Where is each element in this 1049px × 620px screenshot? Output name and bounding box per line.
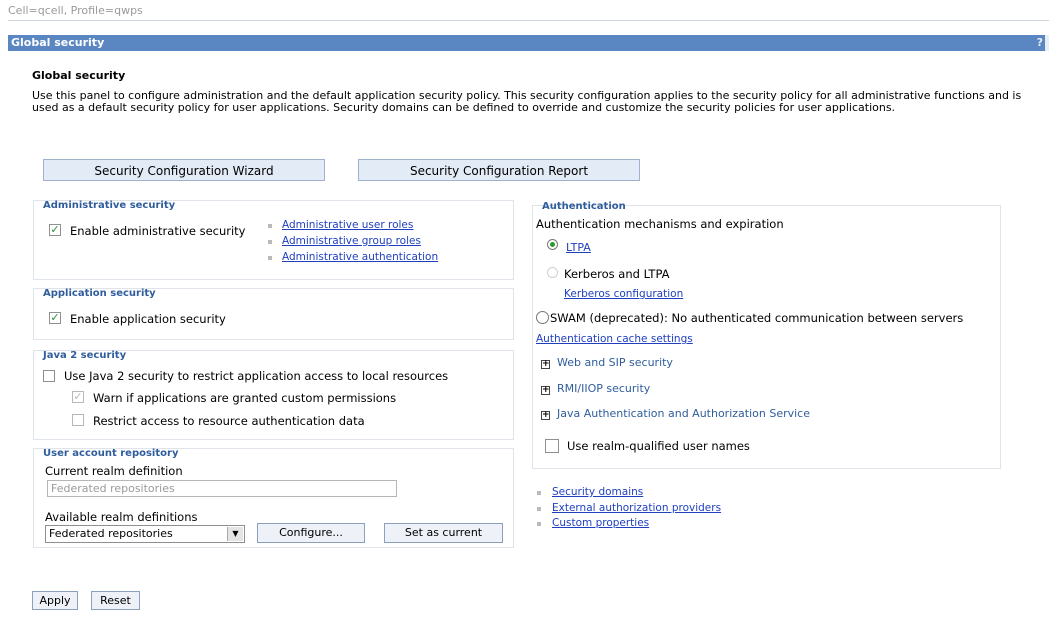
minimize-icon[interactable]: [1045, 35, 1049, 51]
portlet-title: Global security: [11, 36, 105, 49]
page-description: Use this panel to configure administrati…: [32, 89, 1022, 114]
ltpa-radio[interactable]: [547, 239, 558, 250]
administrative-user-roles-link[interactable]: Administrative user roles: [282, 219, 413, 231]
restrict-resource-auth-label: Restrict access to resource authenticati…: [93, 414, 365, 428]
swam-label: SWAM (deprecated): No authenticated comm…: [550, 311, 964, 325]
auth-mechanisms-label: Authentication mechanisms and expiration: [536, 217, 784, 231]
authentication-cache-settings-link[interactable]: Authentication cache settings: [536, 333, 693, 345]
realm-qualified-label: Use realm-qualified user names: [567, 439, 750, 453]
current-realm-field: Federated repositories: [47, 480, 397, 497]
bullet-icon: [537, 491, 541, 495]
warn-custom-permissions-checkbox[interactable]: ✓: [72, 391, 84, 403]
portlet-titlebar: Global security ?: [8, 35, 1049, 51]
breadcrumb: Cell=qcell, Profile=qwps: [8, 4, 143, 17]
administrative-security-title: Administrative security: [43, 200, 176, 211]
kerberos-ltpa-label: Kerberos and LTPA: [564, 267, 670, 281]
reset-button[interactable]: Reset: [91, 591, 140, 610]
bullet-icon: [537, 507, 541, 511]
expand-plus-icon[interactable]: +: [541, 411, 550, 420]
help-icon[interactable]: ?: [1037, 36, 1043, 49]
external-authorization-providers-link[interactable]: External authorization providers: [552, 502, 721, 514]
realm-qualified-checkbox[interactable]: [545, 439, 559, 453]
administrative-security-section: [33, 200, 514, 280]
configure-button[interactable]: Configure...: [257, 523, 365, 543]
current-realm-label: Current realm definition: [45, 464, 183, 478]
enable-application-security-label: Enable application security: [70, 312, 226, 326]
enable-administrative-security-checkbox[interactable]: ✓: [49, 224, 61, 236]
application-security-title: Application security: [43, 288, 156, 299]
user-account-repository-title: User account repository: [43, 448, 179, 459]
rmi-iiop-security-expander[interactable]: RMI/IIOP security: [557, 382, 650, 395]
enable-application-security-checkbox[interactable]: ✓: [49, 312, 61, 324]
custom-properties-link[interactable]: Custom properties: [552, 517, 649, 529]
enable-administrative-security-label: Enable administrative security: [70, 224, 246, 238]
security-configuration-wizard-button[interactable]: Security Configuration Wizard: [43, 159, 325, 181]
bullet-icon: [537, 522, 541, 526]
web-sip-security-expander[interactable]: Web and SIP security: [557, 356, 673, 369]
apply-button[interactable]: Apply: [32, 591, 78, 610]
kerberos-configuration-link[interactable]: Kerberos configuration: [564, 288, 683, 300]
bullet-icon: [268, 224, 272, 228]
available-realm-value: Federated repositories: [49, 527, 173, 540]
swam-radio[interactable]: [536, 311, 549, 324]
administrative-authentication-link[interactable]: Administrative authentication: [282, 251, 438, 263]
warn-custom-permissions-label: Warn if applications are granted custom …: [93, 391, 397, 405]
security-domains-link[interactable]: Security domains: [552, 486, 643, 498]
restrict-resource-auth-checkbox[interactable]: [72, 414, 84, 426]
administrative-group-roles-link[interactable]: Administrative group roles: [282, 235, 421, 247]
use-java2-security-checkbox[interactable]: [43, 370, 55, 382]
java2-security-title: Java 2 security: [43, 350, 127, 361]
authentication-title: Authentication: [542, 201, 626, 212]
bullet-icon: [268, 256, 272, 260]
bullet-icon: [268, 240, 272, 244]
chevron-down-icon[interactable]: ▼: [227, 527, 243, 541]
breadcrumb-divider: [8, 20, 1049, 21]
expand-plus-icon[interactable]: +: [541, 386, 550, 395]
security-configuration-report-button[interactable]: Security Configuration Report: [358, 159, 640, 181]
jaas-expander[interactable]: Java Authentication and Authorization Se…: [557, 407, 810, 420]
use-java2-security-label: Use Java 2 security to restrict applicat…: [64, 369, 449, 383]
set-as-current-button[interactable]: Set as current: [384, 523, 503, 543]
page-title: Global security: [32, 69, 126, 82]
ltpa-link[interactable]: LTPA: [566, 241, 591, 254]
available-realm-label: Available realm definitions: [45, 510, 198, 524]
kerberos-ltpa-radio[interactable]: [547, 267, 558, 278]
available-realm-select[interactable]: Federated repositories ▼: [45, 525, 245, 543]
expand-plus-icon[interactable]: +: [541, 360, 550, 369]
